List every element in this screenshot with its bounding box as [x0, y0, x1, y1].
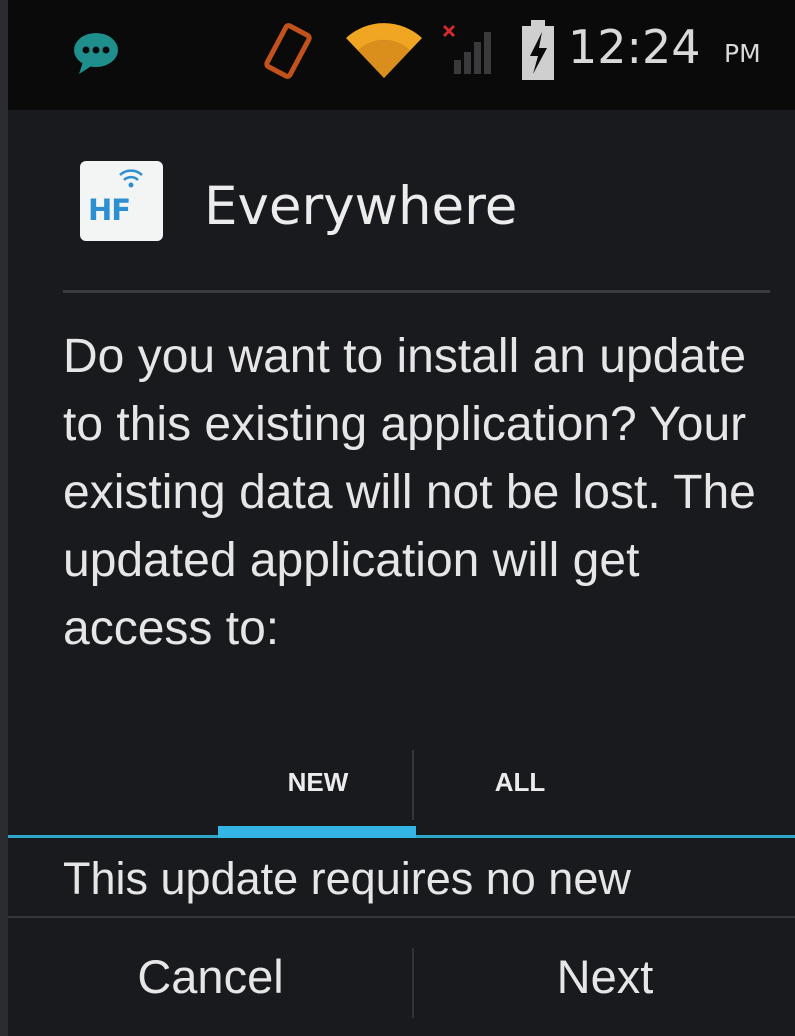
cancel-button[interactable]: Cancel — [8, 918, 413, 1036]
install-message: Do you want to install an update to this… — [63, 330, 756, 655]
app-icon-label: HF — [88, 193, 131, 227]
permissions-text: This update requires no new — [63, 853, 631, 904]
chat-notification-icon — [74, 33, 118, 74]
selected-tab-indicator — [218, 826, 416, 838]
status-bar: 12:24 PM — [8, 0, 795, 110]
tab-all[interactable]: ALL — [420, 740, 620, 836]
button-bar: Cancel Next — [8, 916, 795, 1036]
app-header: HF Everywhere — [8, 110, 795, 293]
title-divider — [63, 290, 770, 293]
button-separator — [412, 948, 414, 1018]
wifi-signal-glyph — [119, 169, 143, 188]
battery-charging-icon — [522, 20, 554, 80]
permission-tabs: NEW ALL — [8, 740, 795, 840]
status-ampm: PM — [724, 39, 761, 68]
next-button[interactable]: Next — [415, 918, 795, 1036]
wifi-icon — [346, 23, 422, 78]
tab-separator — [412, 750, 414, 820]
install-dialog-screen: 12:24 PM HF Everywhere Do you want to in… — [8, 0, 795, 1036]
no-signal-icon — [442, 24, 491, 74]
app-icon: HF — [80, 161, 163, 241]
app-title: Everywhere — [204, 176, 518, 237]
rotation-icon — [264, 23, 312, 79]
status-time: 12:24 — [568, 20, 701, 74]
tab-new[interactable]: NEW — [218, 740, 418, 836]
